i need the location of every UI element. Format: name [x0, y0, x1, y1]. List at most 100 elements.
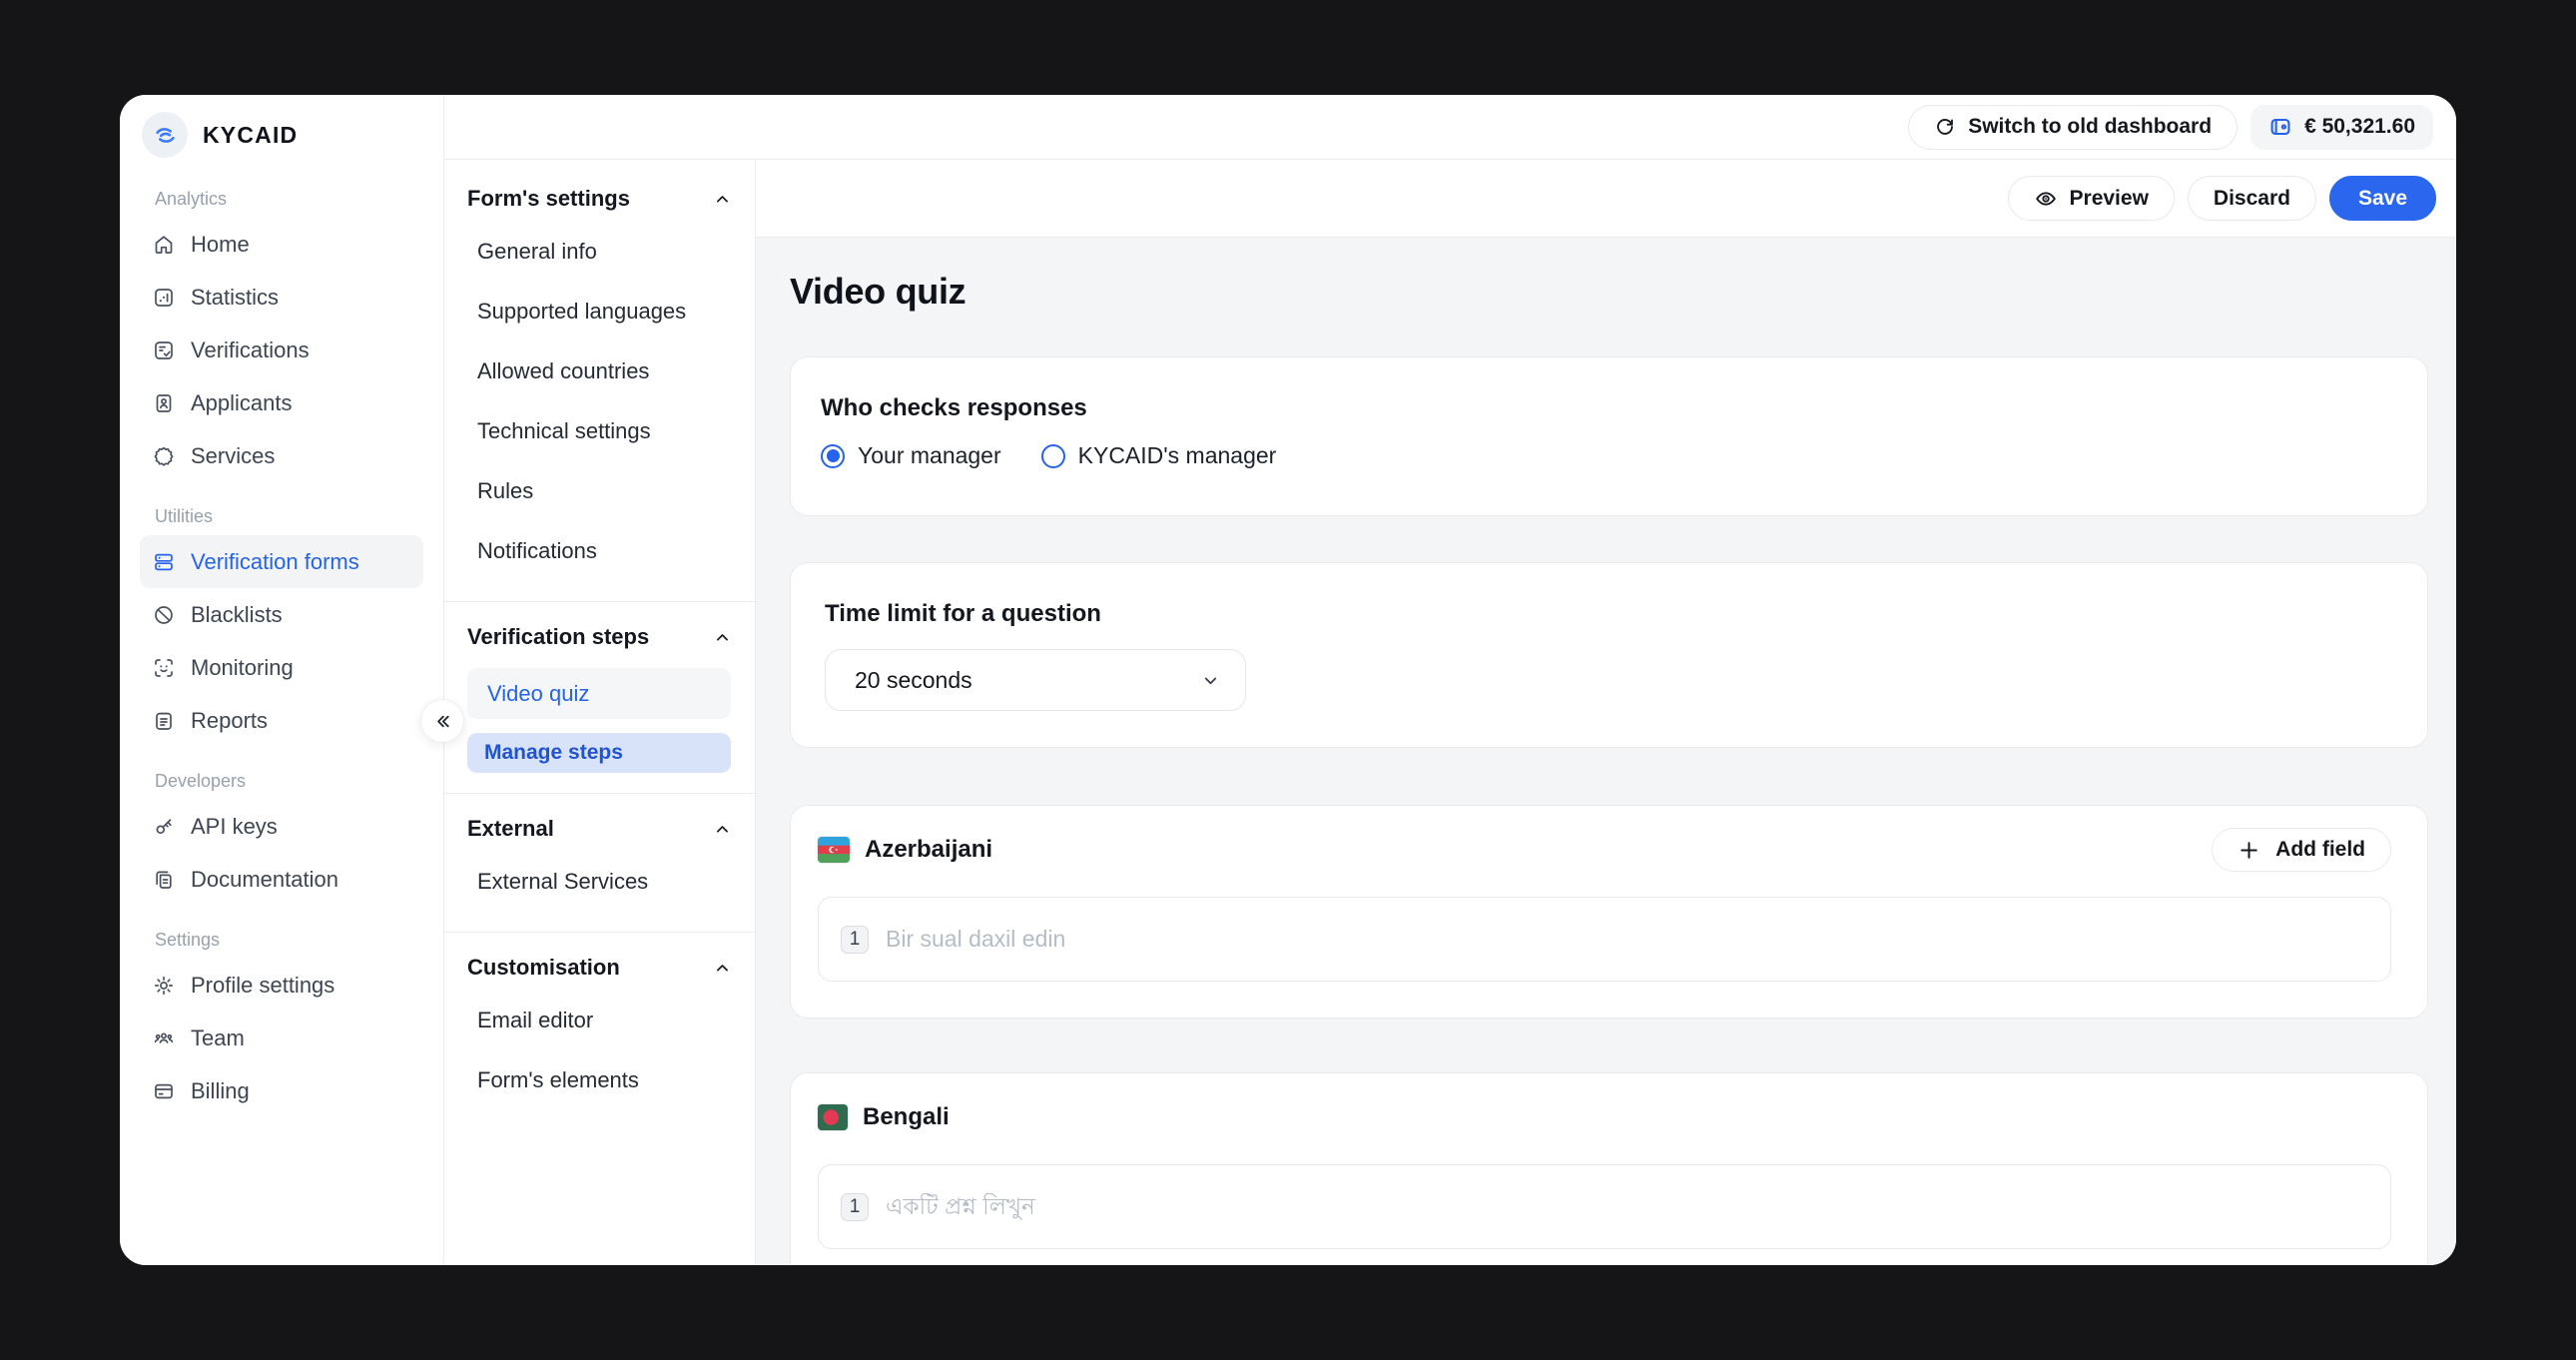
- verification-forms-icon: [152, 550, 176, 574]
- language-name: Bengali: [863, 1103, 950, 1130]
- nav-item-allowed-countries[interactable]: Allowed countries: [467, 341, 731, 401]
- brand[interactable]: KYCAID: [140, 105, 423, 165]
- nav-item-video-quiz[interactable]: Video quiz: [467, 668, 731, 719]
- card-heading: Time limit for a question: [825, 600, 1101, 627]
- collapse-sidebar-button[interactable]: [420, 699, 464, 743]
- services-icon: [152, 444, 176, 468]
- applicants-icon: [152, 391, 176, 415]
- sidebar-item-verification-forms[interactable]: Verification forms: [140, 535, 423, 588]
- home-icon: [152, 233, 176, 257]
- nav-divider: [444, 793, 755, 794]
- sidebar-item-profile-settings[interactable]: Profile settings: [140, 959, 423, 1012]
- save-button[interactable]: Save: [2328, 176, 2436, 221]
- nav-divider: [444, 601, 755, 602]
- sidebar-section-analytics: Analytics: [155, 189, 228, 209]
- sidebar-item-label: Documentation: [191, 866, 338, 892]
- sidebar-item-label: Blacklists: [191, 601, 283, 627]
- language-identity: Bengali: [818, 1103, 950, 1131]
- question-input-bengali[interactable]: [886, 1193, 2370, 1220]
- body: Form's settings General info Supported l…: [444, 160, 2456, 1265]
- sidebar-section-developers: Developers: [155, 771, 247, 791]
- nav-group-title: External: [467, 816, 554, 841]
- desktop-background: KYCAID Analytics Home Statistics Verific…: [0, 0, 2576, 1360]
- language-card-bengali: Bengali 1: [790, 1072, 2428, 1265]
- kycaid-swirl-icon: [142, 112, 188, 158]
- radio-unselected-icon[interactable]: [1040, 443, 1065, 468]
- main-area: Preview Discard Save Video quiz Who chec…: [756, 160, 2456, 1265]
- select-value: 20 seconds: [855, 666, 972, 693]
- nav-group-title: Verification steps: [467, 624, 650, 649]
- sidebar-item-label: Applicants: [191, 389, 293, 415]
- nav-item-rules[interactable]: Rules: [467, 461, 731, 521]
- verifications-icon: [152, 339, 176, 362]
- question-field[interactable]: 1: [818, 1164, 2391, 1249]
- nav-item-external-services[interactable]: External Services: [467, 852, 731, 912]
- sidebar-item-label: Verification forms: [191, 548, 359, 574]
- language-card-header: Bengali: [818, 1095, 2391, 1139]
- profile-settings-icon: [152, 974, 176, 998]
- monitoring-icon: [152, 656, 176, 680]
- chevron-down-icon: [1201, 671, 1220, 690]
- add-field-button[interactable]: Add field: [2212, 828, 2391, 872]
- sidebar-item-label: Billing: [191, 1077, 250, 1103]
- time-limit-select[interactable]: 20 seconds: [825, 649, 1246, 711]
- language-identity: Azerbaijani: [818, 836, 992, 864]
- sidebar-section-settings: Settings: [155, 930, 221, 950]
- sidebar-item-verifications[interactable]: Verifications: [140, 324, 423, 376]
- nav-item-supported-languages[interactable]: Supported languages: [467, 282, 731, 341]
- sidebar-item-applicants[interactable]: Applicants: [140, 376, 423, 429]
- double-chevron-left-icon: [432, 711, 453, 732]
- blacklists-icon: [152, 603, 176, 627]
- sidebar-item-api-keys[interactable]: API keys: [140, 800, 423, 853]
- sidebar-item-label: Monitoring: [191, 654, 294, 680]
- question-input-azerbaijani[interactable]: [886, 926, 2370, 953]
- radio-selected-icon[interactable]: [821, 443, 845, 468]
- page-title: Video quiz: [790, 271, 966, 312]
- bangladesh-flag: [818, 1104, 848, 1130]
- radio-option-your-manager[interactable]: Your manager: [821, 442, 1001, 469]
- refresh-icon: [1934, 116, 1956, 138]
- azerbaijan-flag: [818, 837, 850, 863]
- nav-item-notifications[interactable]: Notifications: [467, 521, 731, 581]
- manage-steps-button[interactable]: Manage steps: [467, 733, 731, 773]
- sidebar-item-blacklists[interactable]: Blacklists: [140, 588, 423, 641]
- switch-to-old-dashboard-button[interactable]: Switch to old dashboard: [1908, 104, 2239, 150]
- balance-pill[interactable]: € 50,321.60: [2251, 104, 2433, 150]
- sidebar-item-label: API keys: [191, 813, 278, 839]
- app-window: KYCAID Analytics Home Statistics Verific…: [120, 95, 2456, 1265]
- question-field[interactable]: 1: [818, 897, 2391, 982]
- nav-item-technical-settings[interactable]: Technical settings: [467, 401, 731, 461]
- billing-icon: [152, 1079, 176, 1103]
- nav-group-verification-steps[interactable]: Verification steps: [467, 614, 731, 660]
- time-limit-card: Time limit for a question 20 seconds: [790, 562, 2428, 748]
- sidebar-item-monitoring[interactable]: Monitoring: [140, 641, 423, 694]
- nav-item-email-editor[interactable]: Email editor: [467, 991, 731, 1050]
- nav-group-external[interactable]: External: [467, 806, 731, 852]
- nav-item-general-info[interactable]: General info: [467, 222, 731, 282]
- sidebar-item-documentation[interactable]: Documentation: [140, 853, 423, 906]
- preview-button[interactable]: Preview: [2007, 176, 2175, 221]
- reports-icon: [152, 709, 176, 733]
- radio-option-kycaid-manager[interactable]: KYCAID's manager: [1040, 442, 1276, 469]
- who-checks-card: Who checks responses Your manager KYCAID…: [790, 356, 2428, 516]
- sidebar-item-reports[interactable]: Reports: [140, 694, 423, 747]
- sidebar-item-team[interactable]: Team: [140, 1012, 423, 1064]
- sidebar-item-label: Home: [191, 231, 250, 257]
- top-header: Switch to old dashboard € 50,321.60: [444, 95, 2456, 160]
- wallet-icon: [2268, 115, 2292, 139]
- chevron-up-icon: [714, 191, 731, 208]
- sidebar-item-services[interactable]: Services: [140, 429, 423, 482]
- sidebar-item-label: Verifications: [191, 337, 310, 362]
- sidebar-item-billing[interactable]: Billing: [140, 1064, 423, 1117]
- statistics-icon: [152, 286, 176, 310]
- nav-item-forms-elements[interactable]: Form's elements: [467, 1050, 731, 1110]
- nav-group-forms-settings[interactable]: Form's settings: [467, 176, 731, 222]
- language-card-header: Azerbaijani Add field: [818, 828, 2391, 872]
- card-heading: Who checks responses: [821, 394, 1087, 421]
- sidebar-item-statistics[interactable]: Statistics: [140, 271, 423, 324]
- discard-button[interactable]: Discard: [2187, 176, 2316, 221]
- sidebar-item-home[interactable]: Home: [140, 218, 423, 271]
- team-icon: [152, 1026, 176, 1050]
- chevron-up-icon: [714, 821, 731, 838]
- nav-group-customisation[interactable]: Customisation: [467, 945, 731, 991]
